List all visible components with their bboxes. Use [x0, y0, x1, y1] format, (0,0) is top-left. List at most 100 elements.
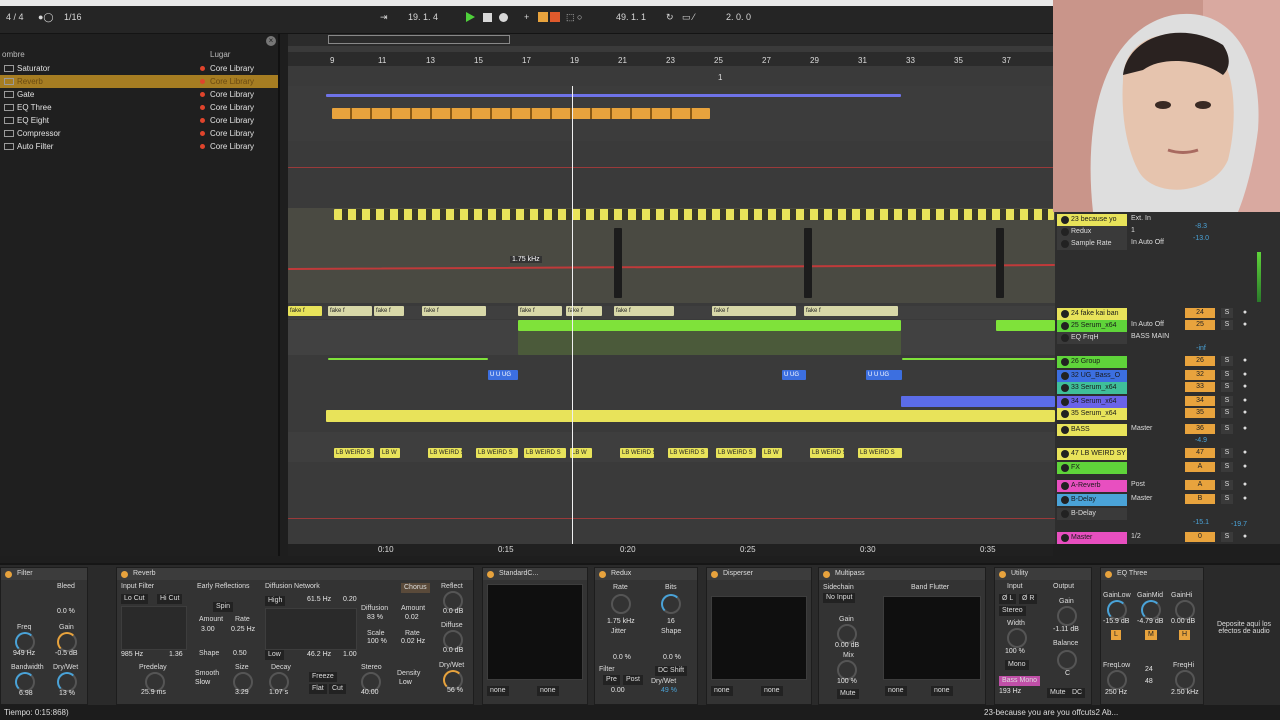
param-value[interactable]: Slow [195, 679, 210, 686]
clip-purple[interactable] [901, 396, 1055, 407]
track-fold-icon[interactable] [1061, 450, 1069, 458]
macro-select[interactable]: none [487, 686, 509, 696]
automation-arm-icon[interactable] [538, 12, 548, 22]
browser-col-name[interactable]: ombre [2, 50, 25, 59]
dc-toggle[interactable]: DC [1069, 688, 1086, 698]
device-multipass[interactable]: Multipass Sidechain No Input Gain 0.00 d… [818, 567, 986, 705]
device-title[interactable]: Reverb [117, 568, 473, 580]
clip[interactable]: fake f [712, 306, 796, 316]
clip[interactable]: fake f [422, 306, 486, 316]
track-header[interactable]: EQ FrqH [1057, 332, 1127, 344]
track-header[interactable]: 26 Group [1057, 356, 1127, 368]
solo-button[interactable]: S [1221, 480, 1233, 490]
clip-yellow[interactable]: LB W [762, 448, 782, 458]
param-value[interactable]: 0.00 [611, 687, 625, 694]
track-routing[interactable]: 1 [1131, 226, 1135, 236]
browser-item-selected[interactable]: Reverb Core Library [0, 75, 278, 88]
track-activator[interactable]: 47 [1185, 448, 1215, 458]
param-value[interactable]: 0.02 [405, 614, 419, 621]
clip-green[interactable] [518, 320, 901, 331]
param-value[interactable]: 61.5 Hz [307, 596, 331, 603]
track-header[interactable]: 34 Serum_x64 [1057, 396, 1127, 408]
track-routing[interactable]: Post [1131, 480, 1145, 490]
freq-low-knob[interactable] [1107, 670, 1127, 690]
device-filter[interactable]: Filter Bleed 0.0 % Freq 949 Hz Gain -0.5… [0, 567, 88, 705]
phase-left-toggle[interactable]: Ø L [999, 594, 1017, 604]
track-header[interactable]: 47 LB WEIRD SY [1057, 448, 1127, 460]
param-value[interactable]: 1.00 [343, 651, 357, 658]
dc-shift-toggle[interactable]: DC Shift [655, 666, 688, 676]
gain-mid-knob[interactable] [1141, 600, 1161, 620]
device-power-icon[interactable] [5, 571, 12, 578]
arm-icon[interactable]: ● [1239, 480, 1251, 490]
browser-item[interactable]: EQ Three Core Library [0, 101, 278, 114]
device-title[interactable]: Disperser [707, 568, 811, 580]
record-button[interactable] [499, 13, 508, 22]
track-fold-icon[interactable] [1061, 240, 1069, 248]
param-value[interactable]: 2.50 kHz [1171, 689, 1199, 696]
close-icon[interactable]: × [266, 36, 276, 46]
arm-icon[interactable]: ● [1239, 382, 1251, 392]
arm-icon[interactable]: ● [1239, 448, 1251, 458]
flat-toggle[interactable]: Flat [309, 684, 327, 694]
pre-toggle[interactable]: Pre [603, 675, 620, 685]
device-power-icon[interactable] [823, 571, 830, 578]
param-value[interactable]: 83 % [367, 614, 383, 621]
track-header[interactable]: B-Delay [1057, 494, 1127, 506]
param-value[interactable]: 48 [1145, 678, 1153, 685]
track-volume[interactable]: -13.0 [1185, 234, 1217, 244]
track-header[interactable]: FX [1057, 462, 1127, 474]
track-routing[interactable]: Master [1131, 494, 1152, 504]
param-value[interactable]: 0.00 dB [835, 642, 859, 649]
param-value[interactable]: 0.50 [233, 650, 247, 657]
param-value[interactable]: 46.2 Hz [307, 651, 331, 658]
track-fold-icon[interactable] [1061, 496, 1069, 504]
drop-audio-effects-hint[interactable]: Deposite aquí los efectos de audio [1212, 621, 1276, 635]
device-utility[interactable]: Utility Input Output Ø L Ø R Stereo Widt… [994, 567, 1092, 705]
track-activator[interactable]: 35 [1185, 408, 1215, 418]
param-value[interactable]: 1.36 [169, 651, 183, 658]
param-value[interactable]: 16 [667, 618, 675, 625]
track-routing[interactable]: In Auto Off [1131, 238, 1164, 248]
clip-yellow[interactable]: LB WEIRD S [716, 448, 756, 458]
clip-yellow[interactable]: LB WEIRD S [810, 448, 844, 458]
solo-button[interactable]: S [1221, 494, 1233, 504]
track-header[interactable]: 24 fake kai ban [1057, 308, 1127, 320]
clip-blue[interactable]: U U UG [866, 370, 902, 380]
diffusion-display[interactable] [265, 608, 357, 650]
overview-bar[interactable] [288, 34, 1053, 46]
track-header[interactable]: 35 Serum_x64 [1057, 408, 1127, 420]
param-value[interactable]: 985 Hz [121, 651, 143, 658]
param-value[interactable]: 0.25 Hz [231, 626, 255, 633]
lo-cut-toggle[interactable]: Lo Cut [121, 594, 148, 604]
param-value[interactable]: 56 % [447, 687, 463, 694]
track-activator[interactable]: 36 [1185, 424, 1215, 434]
track-fold-icon[interactable] [1061, 322, 1069, 330]
channel-mode-select[interactable]: Stereo [999, 606, 1026, 616]
follow-icon[interactable]: ⇥ [380, 12, 388, 23]
param-value[interactable]: 24 [1145, 666, 1153, 673]
solo-button[interactable]: S [1221, 382, 1233, 392]
device-disperser[interactable]: Disperser none none [706, 567, 812, 705]
sidechain-select[interactable]: No Input [823, 593, 856, 603]
browser-item[interactable]: Saturator Core Library [0, 62, 278, 75]
device-title[interactable]: EQ Three [1101, 568, 1203, 580]
arm-icon[interactable]: ● [1239, 320, 1251, 330]
track-fold-icon[interactable] [1061, 384, 1069, 392]
clip[interactable]: fake f [328, 306, 372, 316]
device-power-icon[interactable] [487, 571, 494, 578]
track-activator[interactable]: 25 [1185, 320, 1215, 330]
device-power-icon[interactable] [999, 571, 1006, 578]
track-fold-icon[interactable] [1061, 410, 1069, 418]
param-value[interactable]: 25.9 ms [141, 689, 166, 696]
browser-item[interactable]: Compressor Core Library [0, 127, 278, 140]
bass-mono-toggle[interactable]: Bass Mono [999, 676, 1041, 686]
freq-hi-knob[interactable] [1175, 670, 1195, 690]
clip[interactable]: fake f [614, 306, 674, 316]
clip-yellow[interactable]: LB WEIRD S [620, 448, 654, 458]
arm-icon[interactable]: ● [1239, 462, 1251, 472]
param-value[interactable]: 0.00 dB [1171, 618, 1195, 625]
device-rack-standard[interactable]: StandardC... none none [482, 567, 588, 705]
param-value[interactable]: 0.0 dB [443, 647, 463, 654]
track-fold-icon[interactable] [1061, 426, 1069, 434]
